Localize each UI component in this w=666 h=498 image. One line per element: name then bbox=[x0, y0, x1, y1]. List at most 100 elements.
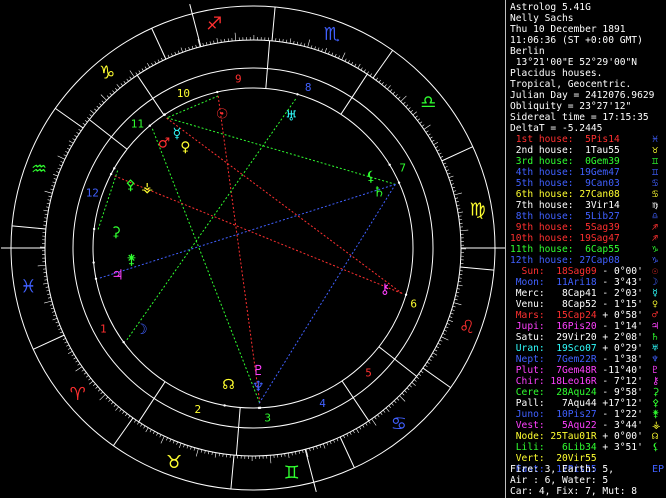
degree-tick bbox=[425, 130, 429, 133]
degree-tick bbox=[56, 324, 60, 327]
degree-tick bbox=[161, 57, 163, 61]
degree-tick bbox=[412, 111, 417, 116]
sign-glyph: ♑ bbox=[99, 63, 115, 84]
degree-tick bbox=[456, 204, 460, 206]
degree-tick bbox=[62, 338, 66, 340]
degree-tick bbox=[446, 323, 450, 325]
house-sign-icon: ♎ bbox=[652, 211, 659, 222]
planet-latitude: - 9°58' bbox=[596, 387, 643, 398]
planet-row: Jupi: 16Pis20 - 1°14' bbox=[510, 321, 643, 332]
degree-tick bbox=[112, 90, 115, 94]
degree-tick bbox=[457, 284, 463, 287]
sign-boundary bbox=[372, 50, 394, 79]
house-label: 5th house: bbox=[510, 178, 574, 189]
degree-tick bbox=[101, 100, 105, 104]
planet-latitude: - 3°43' bbox=[596, 277, 643, 288]
house-number: 4 bbox=[319, 397, 326, 410]
degree-tick bbox=[134, 419, 137, 423]
planet-latitude: - 3°44' bbox=[596, 420, 643, 431]
degree-tick bbox=[125, 413, 128, 417]
planet-wheel-icon: ♀ bbox=[180, 139, 190, 155]
planet-wheel-icon: ♅ bbox=[285, 108, 298, 124]
planet-latitude: + 0°00' bbox=[596, 431, 643, 442]
planet-latitude: - 1°38' bbox=[596, 354, 643, 365]
degree-tick bbox=[53, 178, 57, 180]
planet-marker bbox=[388, 163, 391, 167]
aspect-line bbox=[151, 128, 261, 405]
degree-tick bbox=[77, 363, 81, 366]
degree-tick bbox=[147, 62, 151, 68]
planet-name: Mars: bbox=[510, 310, 545, 321]
degree-tick bbox=[321, 48, 323, 52]
planet-position: 18Sag09 bbox=[544, 266, 597, 277]
degree-tick bbox=[48, 195, 52, 198]
degree-tick bbox=[109, 92, 113, 96]
degree-tick bbox=[382, 410, 386, 413]
planet-position: 29Vir20 bbox=[544, 332, 597, 343]
degree-tick bbox=[362, 424, 365, 428]
house-cusp bbox=[341, 380, 370, 422]
degree-tick bbox=[202, 42, 204, 47]
chart-date: Thu 10 December 1891 bbox=[510, 24, 626, 35]
house-row: 6th house: 27Can08 bbox=[510, 189, 620, 200]
degree-tick bbox=[396, 398, 400, 401]
planet-icon: ⚴ bbox=[652, 398, 660, 409]
house-system: Placidus houses. bbox=[510, 68, 603, 79]
house-sign-icon: ♋ bbox=[652, 189, 659, 200]
degree-tick bbox=[357, 63, 361, 69]
degree-tick bbox=[57, 155, 65, 160]
degree-tick bbox=[84, 120, 88, 123]
planet-position: 28Aqu24 bbox=[544, 387, 597, 398]
planet-marker bbox=[296, 93, 299, 96]
degree-tick bbox=[145, 427, 149, 433]
degree-tick bbox=[450, 183, 455, 185]
degree-tick bbox=[437, 342, 441, 345]
degree-tick bbox=[388, 405, 391, 409]
house-row: 7th house: 3Vir14 bbox=[510, 200, 620, 211]
planet-name: Pall: bbox=[510, 398, 545, 409]
chart-coords: 13°21'00"E 52°29'00"N bbox=[510, 57, 638, 68]
house-number: 2 bbox=[194, 403, 201, 416]
degree-tick bbox=[151, 62, 154, 66]
degree-tick bbox=[75, 360, 79, 363]
degree-tick bbox=[407, 107, 411, 110]
house-row: 1st house: 5Pis14 bbox=[510, 134, 620, 145]
sidereal-time: Sidereal time = 17:15:35 bbox=[510, 112, 649, 123]
degree-tick bbox=[387, 85, 391, 90]
degree-tick bbox=[216, 38, 219, 44]
aspect-line bbox=[166, 117, 396, 185]
house-label: 7th house: bbox=[510, 200, 574, 211]
degree-tick bbox=[448, 319, 453, 322]
house-sign-icon: ♊ bbox=[652, 167, 659, 178]
degree-tick bbox=[73, 357, 77, 360]
degree-tick bbox=[90, 110, 95, 114]
degree-tick bbox=[453, 302, 462, 306]
degree-tick bbox=[174, 51, 177, 55]
degree-tick bbox=[177, 50, 180, 54]
planet-position: 8Cap41 bbox=[544, 288, 597, 299]
degree-tick bbox=[347, 60, 350, 64]
planet-icon: ♇ bbox=[652, 365, 659, 376]
house-number: 6 bbox=[410, 298, 417, 311]
degree-tick bbox=[149, 429, 152, 433]
planet-marker bbox=[109, 172, 113, 176]
planet-row: Lili: 6Lib34 + 3°51' bbox=[510, 442, 643, 453]
degree-tick bbox=[351, 61, 354, 65]
planet-wheel-icon: ☉ bbox=[216, 106, 229, 122]
house-sign-icon: ♋ bbox=[652, 178, 659, 189]
degree-tick bbox=[94, 108, 97, 112]
degree-tick bbox=[298, 450, 300, 454]
aspect-lines bbox=[97, 95, 403, 405]
planet-marker bbox=[163, 113, 166, 116]
planet-marker bbox=[397, 181, 401, 184]
planet-latitude: - 1°14' bbox=[596, 321, 643, 332]
degree-tick bbox=[399, 395, 406, 402]
degree-tick bbox=[381, 82, 384, 85]
degree-tick bbox=[439, 339, 443, 342]
degree-tick bbox=[415, 115, 418, 119]
planet-name: Node: bbox=[510, 431, 545, 442]
planet-name: Plut: bbox=[510, 365, 545, 376]
degree-tick bbox=[63, 154, 67, 157]
degree-tick bbox=[89, 380, 94, 385]
planet-icon: ♄ bbox=[652, 332, 659, 343]
